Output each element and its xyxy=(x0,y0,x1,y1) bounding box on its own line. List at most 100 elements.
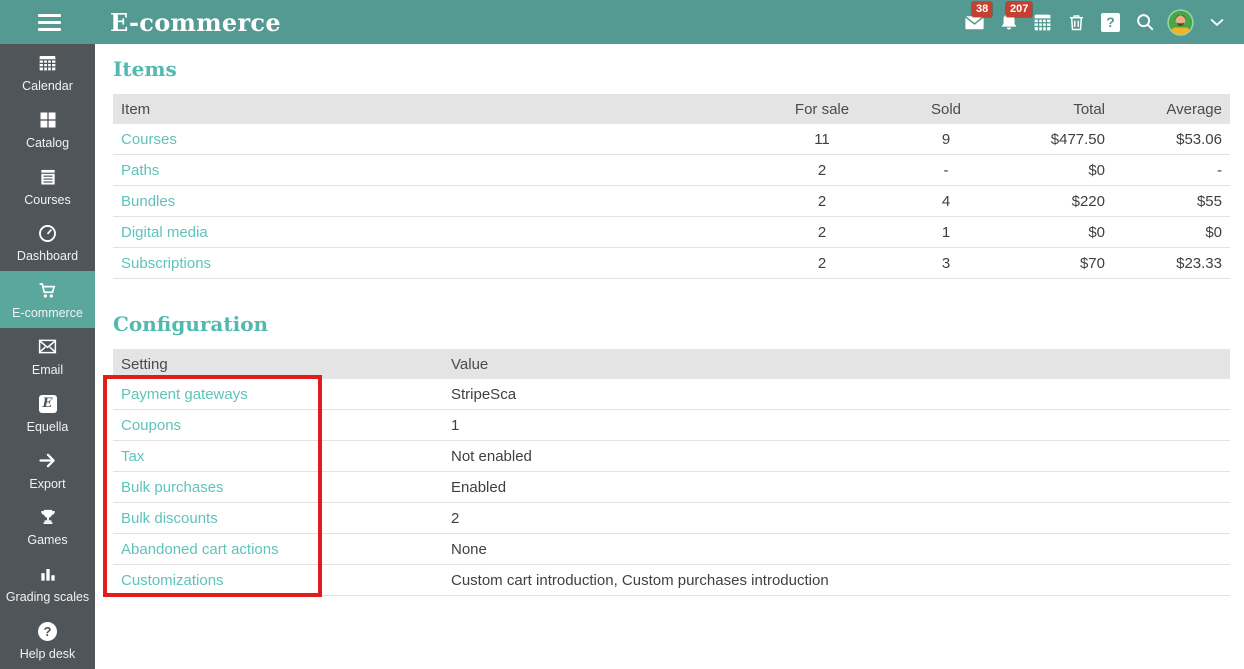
setting-link-bulk-discounts[interactable]: Bulk discounts xyxy=(121,510,218,527)
sidebar-item-ecommerce[interactable]: E-commerce xyxy=(0,271,95,329)
table-grid-icon xyxy=(1032,12,1053,33)
setting-value: Not enabled xyxy=(443,440,1230,472)
sidebar-label: Games xyxy=(27,533,68,548)
table-row: Tax Not enabled xyxy=(113,440,1230,472)
notifications-badge: 207 xyxy=(1006,1,1033,17)
setting-link-payment-gateways[interactable]: Payment gateways xyxy=(121,386,248,403)
sidebar-item-courses[interactable]: Courses xyxy=(0,158,95,215)
cell-sold: - xyxy=(887,154,1005,186)
cell-for-sale: 2 xyxy=(757,154,887,186)
table-row: Payment gateways StripeSca xyxy=(113,379,1230,410)
cell-total: $0 xyxy=(1005,216,1113,248)
account-menu-button[interactable] xyxy=(1205,11,1228,34)
sidebar-label: E-commerce xyxy=(12,306,83,321)
cell-average: $55 xyxy=(1113,185,1230,217)
setting-link-customizations[interactable]: Customizations xyxy=(121,572,224,589)
setting-value: Custom cart introduction, Custom purchas… xyxy=(443,564,1230,596)
configuration-heading: Configuration xyxy=(113,312,269,336)
cell-total: $477.50 xyxy=(1005,124,1113,155)
cell-sold: 4 xyxy=(887,185,1005,217)
sidebar-item-catalog[interactable]: Catalog xyxy=(0,101,95,158)
setting-value: 2 xyxy=(443,502,1230,534)
cell-for-sale: 11 xyxy=(757,124,887,155)
sidebar-label: Export xyxy=(29,476,66,491)
main-content: Items Item For sale Sold Total Average C… xyxy=(95,44,1244,669)
sidebar-label: Grading scales xyxy=(5,590,90,605)
col-value: Value xyxy=(443,349,1230,379)
notebook-icon xyxy=(37,166,59,188)
cell-total: $70 xyxy=(1005,247,1113,279)
items-header-row: Item For sale Sold Total Average xyxy=(113,94,1230,124)
col-total: Total xyxy=(1005,94,1113,124)
sidebar-label: Email xyxy=(31,362,64,377)
setting-link-abandoned-cart-actions[interactable]: Abandoned cart actions xyxy=(121,541,279,558)
config-header-row: Setting Value xyxy=(113,349,1230,379)
setting-value: None xyxy=(443,533,1230,565)
table-row: Courses 11 9 $477.50 $53.06 xyxy=(113,124,1230,155)
trophy-icon xyxy=(37,506,59,528)
question-icon: ? xyxy=(1101,12,1120,32)
setting-link-coupons[interactable]: Coupons xyxy=(121,417,181,434)
sidebar-item-help-desk[interactable]: ? Help desk xyxy=(0,612,95,669)
item-link-bundles[interactable]: Bundles xyxy=(121,193,175,210)
col-item: Item xyxy=(113,94,757,124)
sidebar-item-dashboard[interactable]: Dashboard xyxy=(0,214,95,271)
envelope-icon xyxy=(37,336,59,358)
item-link-subscriptions[interactable]: Subscriptions xyxy=(121,255,211,272)
gradebook-button[interactable] xyxy=(1031,11,1054,34)
help-circle-icon: ? xyxy=(37,620,59,642)
table-row: Paths 2 - $0 - xyxy=(113,154,1230,186)
items-table: Item For sale Sold Total Average Courses… xyxy=(113,94,1230,279)
notifications-button[interactable]: 207 xyxy=(997,1,1033,34)
cell-average: $23.33 xyxy=(1113,247,1230,279)
cell-average: $0 xyxy=(1113,216,1230,248)
help-button[interactable]: ? xyxy=(1099,11,1122,34)
table-row: Bundles 2 4 $220 $55 xyxy=(113,185,1230,217)
top-header: E-commerce 38 207 ? xyxy=(0,0,1244,44)
search-icon xyxy=(1134,11,1156,33)
table-row: Bulk discounts 2 xyxy=(113,502,1230,534)
trash-button[interactable] xyxy=(1065,11,1088,34)
col-sold: Sold xyxy=(887,94,1005,124)
cell-sold: 3 xyxy=(887,247,1005,279)
sidebar-item-export[interactable]: Export xyxy=(0,442,95,499)
cart-icon xyxy=(37,279,59,301)
col-setting: Setting xyxy=(113,349,443,379)
sidebar-item-email[interactable]: Email xyxy=(0,328,95,385)
messages-badge: 38 xyxy=(972,1,993,17)
trash-icon xyxy=(1066,12,1087,33)
table-row: Subscriptions 2 3 $70 $23.33 xyxy=(113,247,1230,279)
sidebar-label: Dashboard xyxy=(16,249,79,264)
item-link-paths[interactable]: Paths xyxy=(121,162,159,179)
cell-sold: 9 xyxy=(887,124,1005,155)
sidebar-label: Calendar xyxy=(22,78,73,93)
sidebar-label: Equella xyxy=(26,419,69,434)
table-row: Bulk purchases Enabled xyxy=(113,471,1230,503)
sidebar: Calendar Catalog Courses Dashboard E-com… xyxy=(0,44,95,669)
search-button[interactable] xyxy=(1133,11,1156,34)
setting-value: StripeSca xyxy=(443,379,1230,410)
equella-icon: E xyxy=(37,393,59,415)
table-row: Abandoned cart actions None xyxy=(113,533,1230,565)
item-link-courses[interactable]: Courses xyxy=(121,131,177,148)
messages-button[interactable]: 38 xyxy=(963,1,993,34)
page-title: E-commerce xyxy=(110,7,281,37)
table-row: Coupons 1 xyxy=(113,409,1230,441)
menu-icon[interactable] xyxy=(38,13,61,31)
cell-total: $220 xyxy=(1005,185,1113,217)
user-avatar[interactable] xyxy=(1167,8,1194,36)
sidebar-label: Help desk xyxy=(19,647,76,662)
sidebar-item-grading-scales[interactable]: Grading scales xyxy=(0,555,95,612)
bar-chart-icon xyxy=(37,563,59,585)
configuration-table: Setting Value Payment gateways StripeSca… xyxy=(113,349,1230,596)
cell-for-sale: 2 xyxy=(757,185,887,217)
setting-link-tax[interactable]: Tax xyxy=(121,448,144,465)
setting-link-bulk-purchases[interactable]: Bulk purchases xyxy=(121,479,224,496)
col-for-sale: For sale xyxy=(757,94,887,124)
col-average: Average xyxy=(1113,94,1230,124)
configuration-section: Configuration Setting Value Payment gate… xyxy=(113,311,1230,596)
sidebar-item-calendar[interactable]: Calendar xyxy=(0,44,95,101)
item-link-digital-media[interactable]: Digital media xyxy=(121,224,208,241)
sidebar-item-equella[interactable]: E Equella xyxy=(0,385,95,442)
sidebar-item-games[interactable]: Games xyxy=(0,499,95,556)
